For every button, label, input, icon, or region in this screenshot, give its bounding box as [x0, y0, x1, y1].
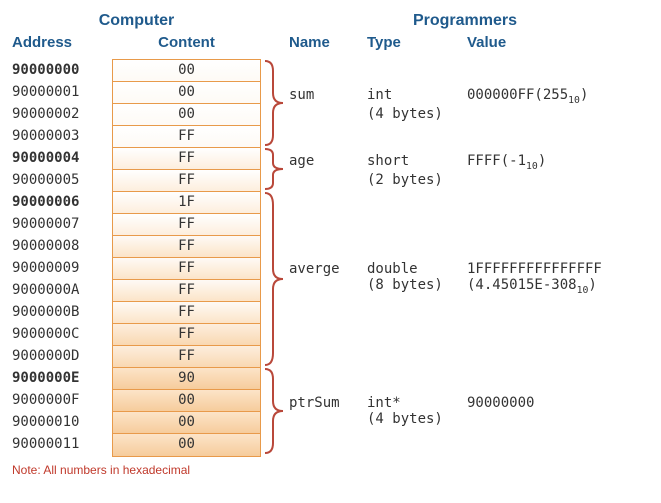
content-cell: 1F	[113, 192, 260, 214]
header-address: Address	[12, 34, 112, 51]
content-cell: 00	[113, 412, 260, 434]
var-size: (4 bytes)	[367, 411, 534, 427]
var-type: double	[367, 261, 467, 277]
var-group-averge: averge double 1FFFFFFFFFFFFFFF (8 bytes)…	[289, 261, 602, 296]
content-cell: FF	[113, 148, 260, 170]
content-cell: 00	[113, 82, 260, 104]
content-cell: 00	[113, 60, 260, 82]
note-text: Note: All numbers in hexadecimal	[12, 463, 649, 477]
address-cell: 90000005	[12, 169, 112, 191]
var-size: (2 bytes)	[367, 172, 546, 188]
brace-icon	[263, 367, 287, 455]
header-name: Name	[289, 34, 367, 51]
var-type: int*	[367, 395, 467, 411]
content-cell: FF	[113, 214, 260, 236]
address-cell: 90000011	[12, 433, 112, 455]
var-name: ptrSum	[289, 395, 367, 411]
var-value: 1FFFFFFFFFFFFFFF	[467, 261, 602, 277]
address-cell: 9000000F	[12, 389, 112, 411]
main-header-row: Computer Programmers	[12, 12, 649, 30]
content-cell: 00	[113, 434, 260, 456]
content-cell: FF	[113, 324, 260, 346]
content-cell: FF	[113, 236, 260, 258]
content-cell: 00	[113, 104, 260, 126]
address-cell: 9000000B	[12, 301, 112, 323]
content-cell: FF	[113, 302, 260, 324]
content-cell: FF	[113, 346, 260, 368]
address-cell: 90000002	[12, 103, 112, 125]
address-cell: 90000007	[12, 213, 112, 235]
var-value: FFFF(-110)	[467, 153, 546, 172]
var-group-sum: sum int 000000FF(25510) (4 bytes)	[289, 87, 588, 122]
content-cell: 90	[113, 368, 260, 390]
address-cell: 90000000	[12, 59, 112, 81]
header-computer: Computer	[12, 12, 261, 30]
memory-diagram: 9000000090000001900000029000000390000004…	[12, 59, 649, 457]
var-size: (8 bytes)	[367, 277, 467, 296]
brace-icon	[263, 59, 287, 147]
var-type: int	[367, 87, 467, 106]
brace-column	[261, 59, 289, 457]
address-cell: 90000001	[12, 81, 112, 103]
header-programmers: Programmers	[261, 12, 649, 30]
header-type: Type	[367, 34, 467, 51]
var-value: 90000000	[467, 395, 534, 411]
address-cell: 90000003	[12, 125, 112, 147]
var-name: sum	[289, 87, 367, 106]
address-column: 9000000090000001900000029000000390000004…	[12, 59, 112, 457]
address-cell: 90000010	[12, 411, 112, 433]
content-cell: 00	[113, 390, 260, 412]
header-content: Content	[112, 34, 261, 51]
content-column: 000000FFFFFF1FFFFFFFFFFFFFFF90000000	[112, 59, 261, 457]
address-cell: 9000000D	[12, 345, 112, 367]
var-size: (4 bytes)	[367, 106, 588, 122]
var-value: 000000FF(25510)	[467, 87, 588, 106]
address-cell: 90000009	[12, 257, 112, 279]
address-cell: 9000000A	[12, 279, 112, 301]
var-value-line2: (4.45015E-30810)	[467, 277, 597, 296]
address-cell: 90000004	[12, 147, 112, 169]
address-cell: 90000008	[12, 235, 112, 257]
sub-header-row: Address Content Name Type Value	[12, 34, 649, 51]
var-name: age	[289, 153, 367, 172]
content-cell: FF	[113, 280, 260, 302]
brace-icon	[263, 191, 287, 367]
address-cell: 90000006	[12, 191, 112, 213]
programmer-column: sum int 000000FF(25510) (4 bytes) age sh…	[289, 59, 649, 457]
address-cell: 9000000E	[12, 367, 112, 389]
var-name: averge	[289, 261, 367, 277]
content-cell: FF	[113, 126, 260, 148]
var-group-age: age short FFFF(-110) (2 bytes)	[289, 153, 546, 188]
content-cell: FF	[113, 170, 260, 192]
var-group-ptrsum: ptrSum int* 90000000 (4 bytes)	[289, 395, 534, 427]
brace-icon	[263, 147, 287, 191]
address-cell: 9000000C	[12, 323, 112, 345]
var-type: short	[367, 153, 467, 172]
header-value: Value	[467, 34, 649, 51]
content-cell: FF	[113, 258, 260, 280]
